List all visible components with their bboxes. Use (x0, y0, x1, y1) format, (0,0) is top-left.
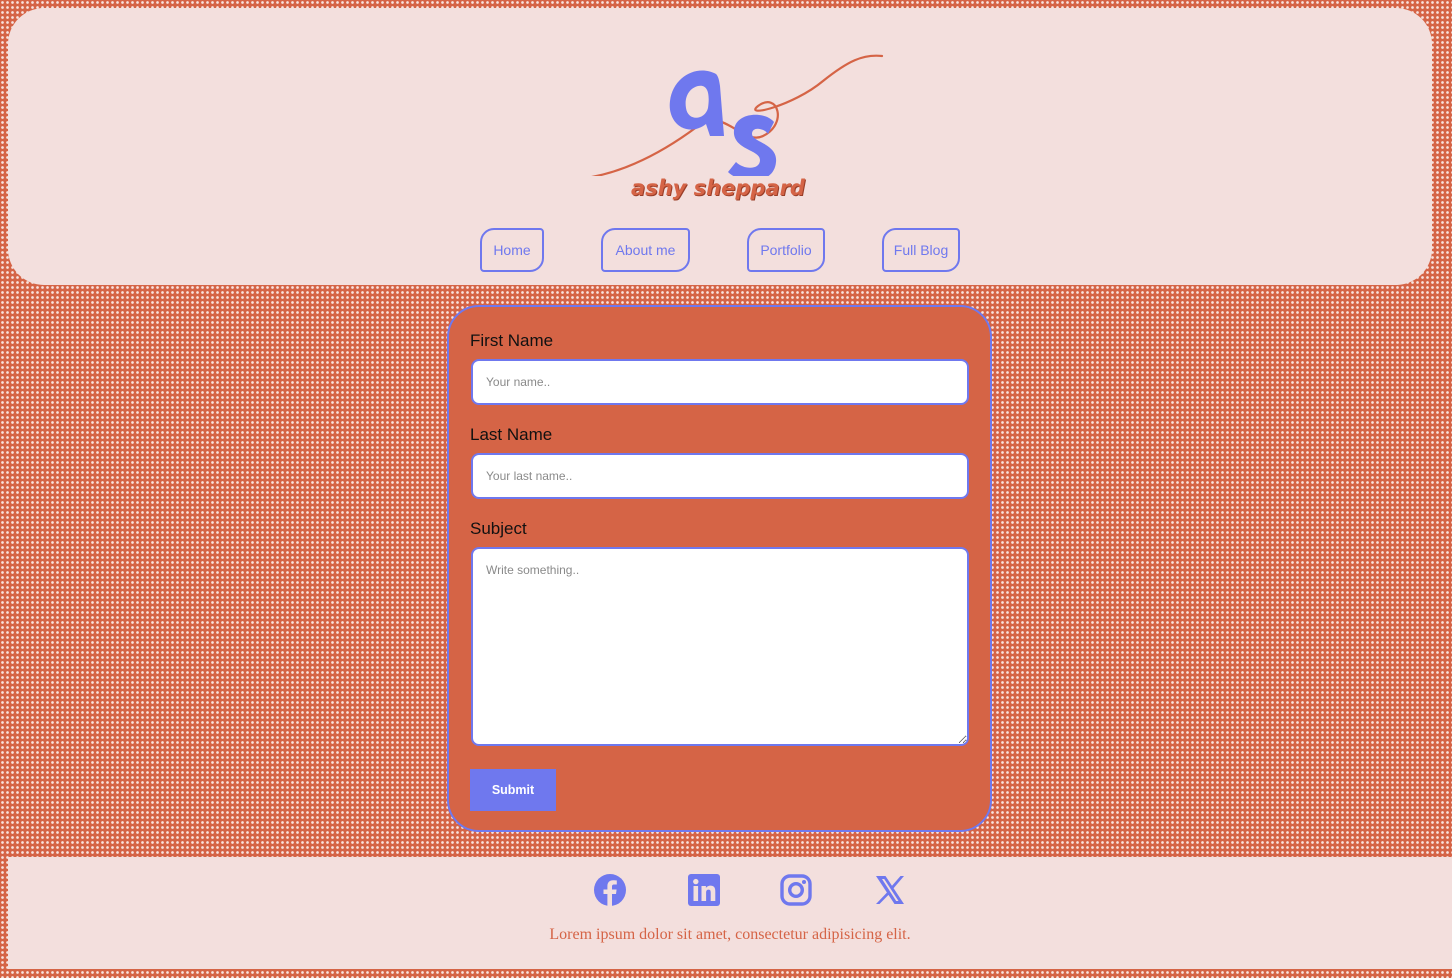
footer-text: Lorem ipsum dolor sit amet, consectetur … (549, 926, 911, 943)
first-name-label: First Name (470, 331, 554, 350)
monogram-logo-icon (591, 54, 884, 176)
site-name: ashy sheppard (631, 176, 805, 200)
contact-form: First Name Last Name Subject Submit (447, 305, 992, 832)
subject-textarea[interactable] (471, 547, 969, 746)
nav-blog-button[interactable]: Full Blog (882, 228, 960, 272)
nav-home-button[interactable]: Home (480, 228, 544, 272)
nav-about-button[interactable]: About me (601, 228, 690, 272)
linkedin-icon[interactable] (687, 873, 721, 907)
facebook-icon[interactable] (593, 873, 627, 907)
nav-portfolio-button[interactable]: Portfolio (747, 228, 825, 272)
last-name-label: Last Name (470, 425, 553, 444)
site-logo[interactable]: ashy sheppard (548, 46, 888, 216)
submit-button[interactable]: Submit (470, 769, 556, 811)
last-name-input[interactable] (471, 453, 969, 499)
site-header: ashy sheppard Home About me Portfolio Fu… (8, 8, 1432, 285)
site-footer: Lorem ipsum dolor sit amet, consectetur … (8, 857, 1452, 969)
instagram-icon[interactable] (779, 873, 813, 907)
x-twitter-icon[interactable] (873, 873, 907, 907)
subject-label: Subject (470, 519, 527, 538)
first-name-input[interactable] (471, 359, 969, 405)
